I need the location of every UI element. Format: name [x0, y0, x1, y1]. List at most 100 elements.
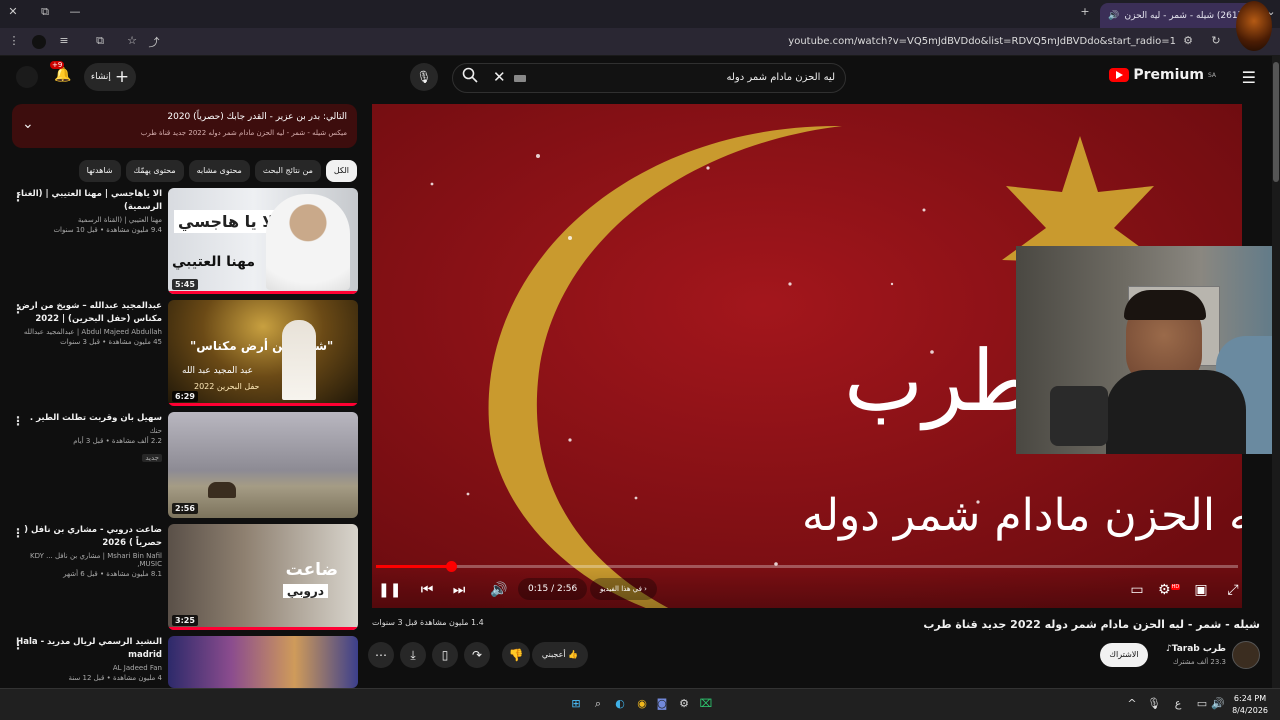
xbox-icon[interactable]: ⌧	[698, 697, 714, 710]
guide-menu-icon[interactable]: ☰	[1242, 68, 1256, 87]
tray-chevron-icon[interactable]: ^	[1124, 697, 1140, 710]
notifications-bell-icon[interactable]: 🔔 +9	[50, 61, 71, 83]
recommendation-item[interactable]: ضاعت دروبي 3:25 ضاعت دروبي - مشاري بن نا…	[8, 524, 358, 632]
recommendation-channel[interactable]: AL Jadeed Fan	[12, 664, 162, 672]
fullscreen-icon[interactable]: ⤢	[1222, 582, 1242, 598]
chapter-button[interactable]: في هذا الفيديو ›	[590, 578, 657, 600]
network-icon[interactable]: ▭	[1194, 697, 1210, 710]
chip-all[interactable]: الكل	[325, 160, 357, 182]
more-options-icon[interactable]: ⋯	[368, 642, 394, 668]
recommendation-channel[interactable]: Abdul Majeed Abdullah | عبدالمجيد عبدالل…	[12, 328, 162, 336]
save-icon[interactable]: ▯	[432, 642, 458, 668]
player-controls: ❚❚ ⏮ ⏭ 🔊 0:15 / 2:56 في هذا الفيديو › ▭ …	[372, 566, 1242, 608]
recommendation-info: سهيل بان وقربت تطلت الطير . حنك 2.2 ألف …	[12, 412, 162, 464]
page-scrollbar[interactable]	[1272, 56, 1280, 688]
recommendation-meta: 9.4 مليون مشاهدة • قبل 10 سنوات	[53, 226, 162, 234]
youtube-play-icon	[1109, 68, 1130, 82]
settings-gear-icon[interactable]: ⚙HD	[1158, 582, 1181, 598]
user-avatar[interactable]	[16, 66, 38, 88]
channel-name[interactable]: طرب Tarab♪	[1154, 644, 1226, 654]
chip-for-you[interactable]: محتوى يهمّك	[125, 160, 184, 182]
recommendation-channel[interactable]: Mshari Bin Nafil | مشاري بن نافل ... KDY…	[12, 552, 162, 568]
watched-progress	[168, 291, 358, 294]
next-icon[interactable]: ⏭	[448, 582, 470, 598]
recommendation-item[interactable]: 2:56 سهيل بان وقربت تطلت الطير . حنك 2.2…	[8, 412, 358, 520]
new-tab-icon[interactable]: +	[1076, 5, 1094, 18]
site-settings-icon[interactable]: ⚙	[1180, 34, 1196, 47]
more-actions-icon[interactable]: ⋮	[12, 414, 24, 428]
create-button[interactable]: إنشاء +	[84, 63, 136, 91]
settings-taskbar-icon[interactable]: ⚙	[676, 697, 692, 710]
search-box[interactable]: ✕ ليه الحزن مادام شمر دوله	[452, 63, 846, 93]
recommendation-meta: 4 مليون مشاهدة • قبل 12 سنة	[68, 674, 162, 682]
video-thumbnail[interactable]	[168, 636, 358, 688]
recommendation-channel[interactable]: حنك	[12, 427, 162, 435]
video-thumbnail[interactable]: 2:56	[168, 412, 358, 518]
channel-avatar[interactable]	[1232, 641, 1260, 669]
maximize-icon[interactable]: ⧉	[36, 5, 54, 19]
mic-tray-icon[interactable]: 🎙	[1146, 697, 1162, 710]
video-thumbnail[interactable]: الا يا هاجسي مهنا العتيبي 5:45	[168, 188, 358, 294]
download-icon[interactable]: ⤓	[400, 642, 426, 668]
recommendation-title[interactable]: ضاعت دروبي - مشاري بن نافل ( حصرياً ) 20…	[12, 524, 162, 550]
volume-tray-icon[interactable]: 🔊	[1210, 697, 1226, 710]
hd-badge: HD	[1170, 584, 1181, 591]
clear-search-icon[interactable]: ✕	[493, 68, 506, 86]
previous-icon[interactable]: ⏮	[416, 582, 438, 598]
recommendation-channel[interactable]: مهنا العتيبي | (القناة الرسمية	[12, 216, 162, 224]
discord-icon[interactable]: ◙	[654, 697, 670, 710]
recommendation-title[interactable]: عبدالمجيد عبدالله – شويخ من ارض مكناس (ح…	[12, 300, 162, 326]
recommendation-item[interactable]: "شويخ من أرض مكناس" عبد المجيد عبد الله …	[8, 300, 358, 408]
volume-icon[interactable]: 🔊	[488, 582, 510, 598]
recommendation-title[interactable]: الا ياهاجسي | مهنا العتيبي | (الغناء الر…	[12, 188, 162, 214]
scrollbar-thumb[interactable]	[1273, 62, 1279, 182]
chevron-down-icon[interactable]: ⌄	[22, 116, 34, 132]
more-actions-icon[interactable]: ⋮	[12, 190, 24, 204]
miniplayer-icon[interactable]: ▣	[1190, 582, 1212, 598]
search-icon[interactable]	[453, 64, 487, 92]
video-thumbnail[interactable]: "شويخ من أرض مكناس" عبد المجيد عبد الله …	[168, 300, 358, 406]
recommendation-item[interactable]: الا يا هاجسي مهنا العتيبي 5:45 الا ياهاج…	[8, 188, 358, 296]
more-actions-icon[interactable]: ⋮	[12, 638, 24, 652]
edge-icon[interactable]: ◐	[612, 697, 628, 710]
minimize-icon[interactable]: ✕	[4, 5, 22, 18]
recommendation-item[interactable]: النشيد الرسمي لريال مدريد - Hala madrid …	[8, 636, 358, 688]
search-taskbar-icon[interactable]: ⌕	[590, 697, 606, 711]
youtube-logo[interactable]: Premium SA	[1109, 67, 1216, 83]
voice-search-icon[interactable]: 🎙	[410, 63, 438, 91]
url-field[interactable]: youtube.com/watch?v=VQ5mJdBVDdo&list=RDV…	[120, 31, 1200, 53]
subscribe-button[interactable]: الاشتراك	[1100, 643, 1148, 667]
reload-icon[interactable]: ↻	[1208, 34, 1224, 47]
chip-search-results[interactable]: من نتائج البحث	[254, 160, 321, 182]
more-actions-icon[interactable]: ⋮	[12, 526, 24, 540]
dislike-icon[interactable]: 👎	[502, 642, 530, 668]
reading-list-icon[interactable]: ≡	[56, 34, 72, 47]
chip-similar[interactable]: محتوى مشابه	[188, 160, 250, 182]
pause-icon[interactable]: ❚❚	[378, 582, 401, 598]
chip-watched[interactable]: شاهدتها	[78, 160, 121, 182]
more-actions-icon[interactable]: ⋮	[12, 302, 24, 316]
subtitles-icon[interactable]: ▭	[1126, 582, 1148, 598]
video-title: شيله - شمر - ليه الحزن مادام شمر دوله 20…	[923, 618, 1260, 631]
start-icon[interactable]: ⊞	[568, 697, 584, 710]
browser-avatar[interactable]	[1236, 1, 1272, 51]
recommendation-title[interactable]: النشيد الرسمي لريال مدريد - Hala madrid	[12, 636, 162, 662]
recommendation-title[interactable]: سهيل بان وقربت تطلت الطير .	[12, 412, 162, 425]
language-indicator[interactable]: ع	[1170, 697, 1186, 710]
create-label: إنشاء	[90, 72, 111, 82]
like-button[interactable]: أعجبني 👍	[532, 642, 588, 668]
video-thumbnail[interactable]: ضاعت دروبي 3:25	[168, 524, 358, 630]
mix-playlist-panel[interactable]: التالي: بدر بن عزير - القدر جابك (حصرياً…	[12, 104, 357, 148]
search-input[interactable]: ليه الحزن مادام شمر دوله	[727, 64, 835, 92]
restore-icon[interactable]: —	[66, 5, 84, 18]
notification-badge: +9	[50, 61, 65, 69]
share-arrow-icon[interactable]: ↷	[464, 642, 490, 668]
browser-tab-bar: ✕ ⧉ — + ✕ ▶ (261) شيله - شمر - ليه الحزن…	[0, 0, 1280, 28]
chrome-icon[interactable]: ◉	[634, 697, 650, 710]
profile-icon[interactable]	[32, 35, 46, 49]
taskbar-clock[interactable]: 6:24 PM 8/4/2026	[1232, 693, 1268, 717]
thumb-caption-2: دروبي	[282, 584, 328, 598]
keyboard-icon[interactable]	[514, 75, 526, 82]
menu-dots-icon[interactable]: ⋮	[6, 34, 22, 47]
extensions-icon[interactable]: ⧉	[92, 34, 108, 48]
